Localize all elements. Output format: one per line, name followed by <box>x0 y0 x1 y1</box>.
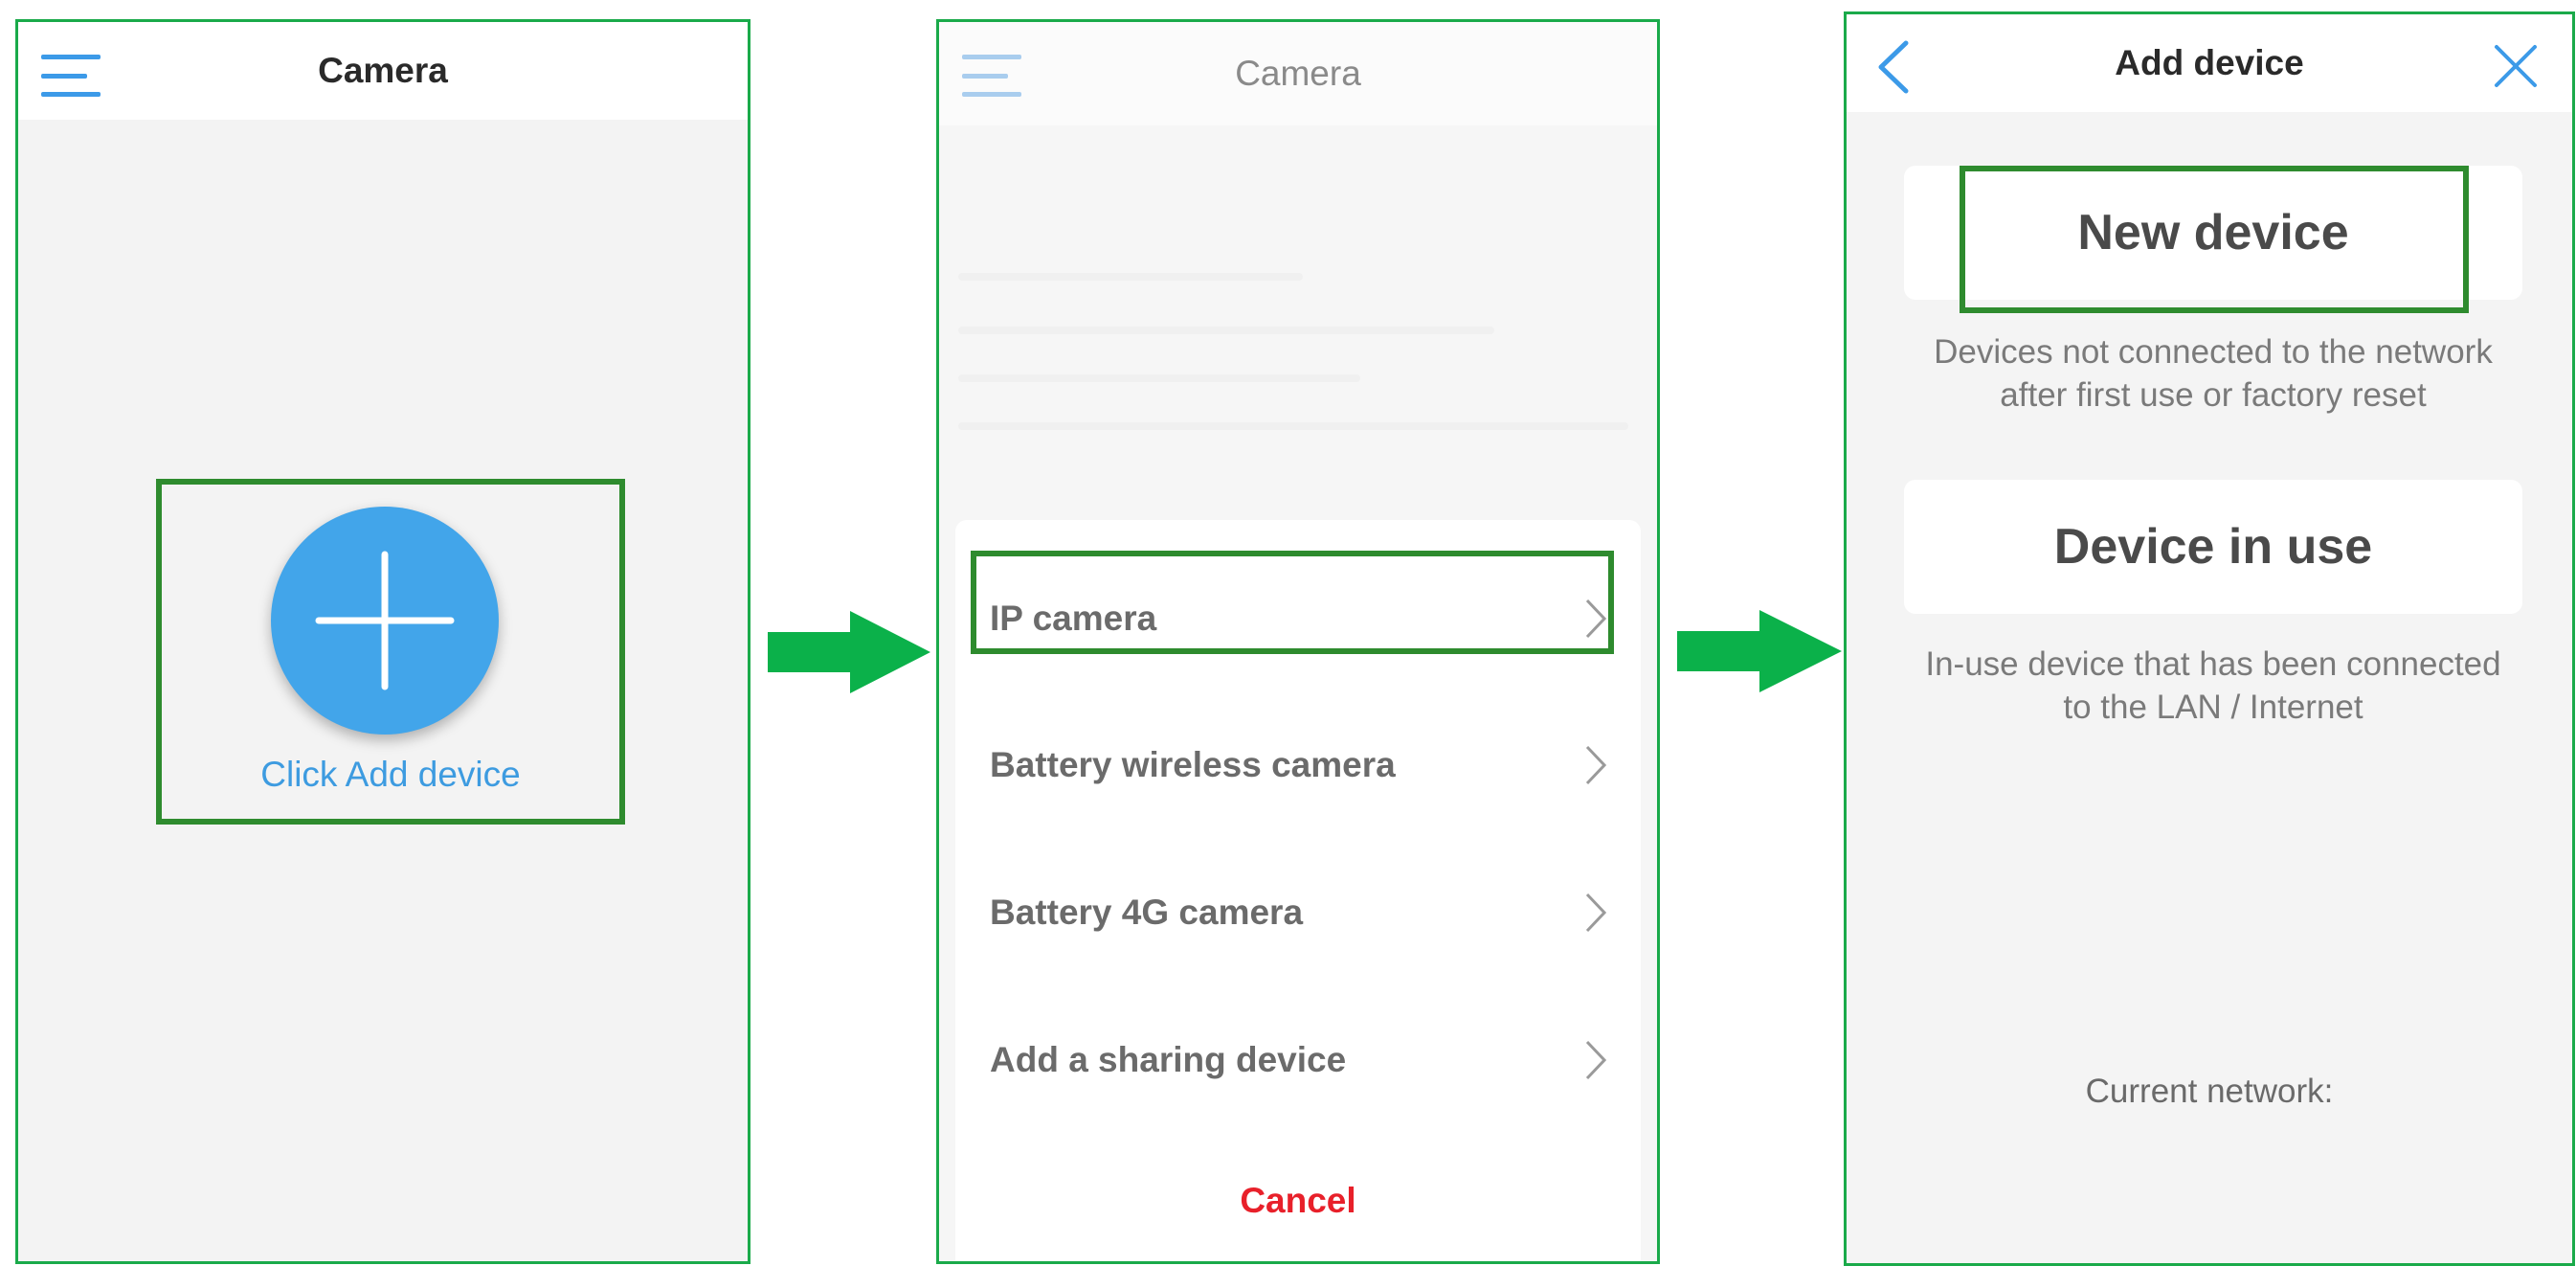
highlight-box <box>971 551 1614 654</box>
faded-background-line <box>958 327 1494 334</box>
add-device-label[interactable]: Click Add device <box>156 755 625 795</box>
menu-item-battery-wireless-camera[interactable]: Battery wireless camera <box>955 717 1641 813</box>
screen-add-device: Add device New device Devices not connec… <box>1844 11 2575 1266</box>
description-line: to the LAN / Internet <box>2063 689 2363 726</box>
menu-item-add-sharing-device[interactable]: Add a sharing device <box>955 1012 1641 1108</box>
faded-background-line <box>958 374 1360 382</box>
close-icon[interactable] <box>2493 43 2539 89</box>
page-title: Camera <box>318 51 448 90</box>
faded-background-line <box>958 273 1303 281</box>
arrow-right-icon <box>768 611 930 693</box>
description-line: after first use or factory reset <box>2000 376 2427 414</box>
menu-icon[interactable] <box>962 55 1021 97</box>
menu-item-battery-4g-camera[interactable]: Battery 4G camera <box>955 865 1641 961</box>
description-line: In-use device that has been connected <box>1925 645 2501 683</box>
add-device-button[interactable] <box>271 507 499 735</box>
screen-camera-empty: Camera Click Add device <box>15 19 750 1264</box>
menu-icon[interactable] <box>41 55 101 97</box>
arrow-right-icon <box>1677 610 1842 692</box>
screen-camera-select-type: Camera IP camera Battery wireless camera… <box>936 19 1660 1264</box>
chevron-right-icon <box>1585 893 1606 933</box>
chevron-right-icon <box>1585 745 1606 785</box>
faded-background-line <box>958 422 1628 430</box>
top-bar: Camera <box>939 22 1657 125</box>
description-line: Devices not connected to the network <box>1934 333 2493 371</box>
menu-item-label: Battery wireless camera <box>990 745 1396 784</box>
page-title: Camera <box>1235 54 1361 93</box>
menu-item-label: Add a sharing device <box>990 1040 1347 1079</box>
plus-icon <box>315 551 455 690</box>
chevron-right-icon <box>1585 1040 1606 1080</box>
cancel-button[interactable]: Cancel <box>955 1181 1641 1221</box>
page-title: Add device <box>2115 43 2304 82</box>
device-in-use-label: Device in use <box>2053 519 2373 575</box>
top-bar: Add device <box>1847 14 2572 112</box>
new-device-description: Devices not connected to the network aft… <box>1875 330 2551 417</box>
device-in-use-button[interactable]: Device in use <box>1904 480 2522 614</box>
back-icon[interactable] <box>1873 39 1912 95</box>
top-bar: Camera <box>18 22 748 120</box>
current-network-label: Current network: <box>2085 1073 2334 1110</box>
device-in-use-description: In-use device that has been connected to… <box>1875 643 2551 729</box>
highlight-box <box>1960 166 2469 313</box>
menu-item-label: Battery 4G camera <box>990 893 1304 932</box>
